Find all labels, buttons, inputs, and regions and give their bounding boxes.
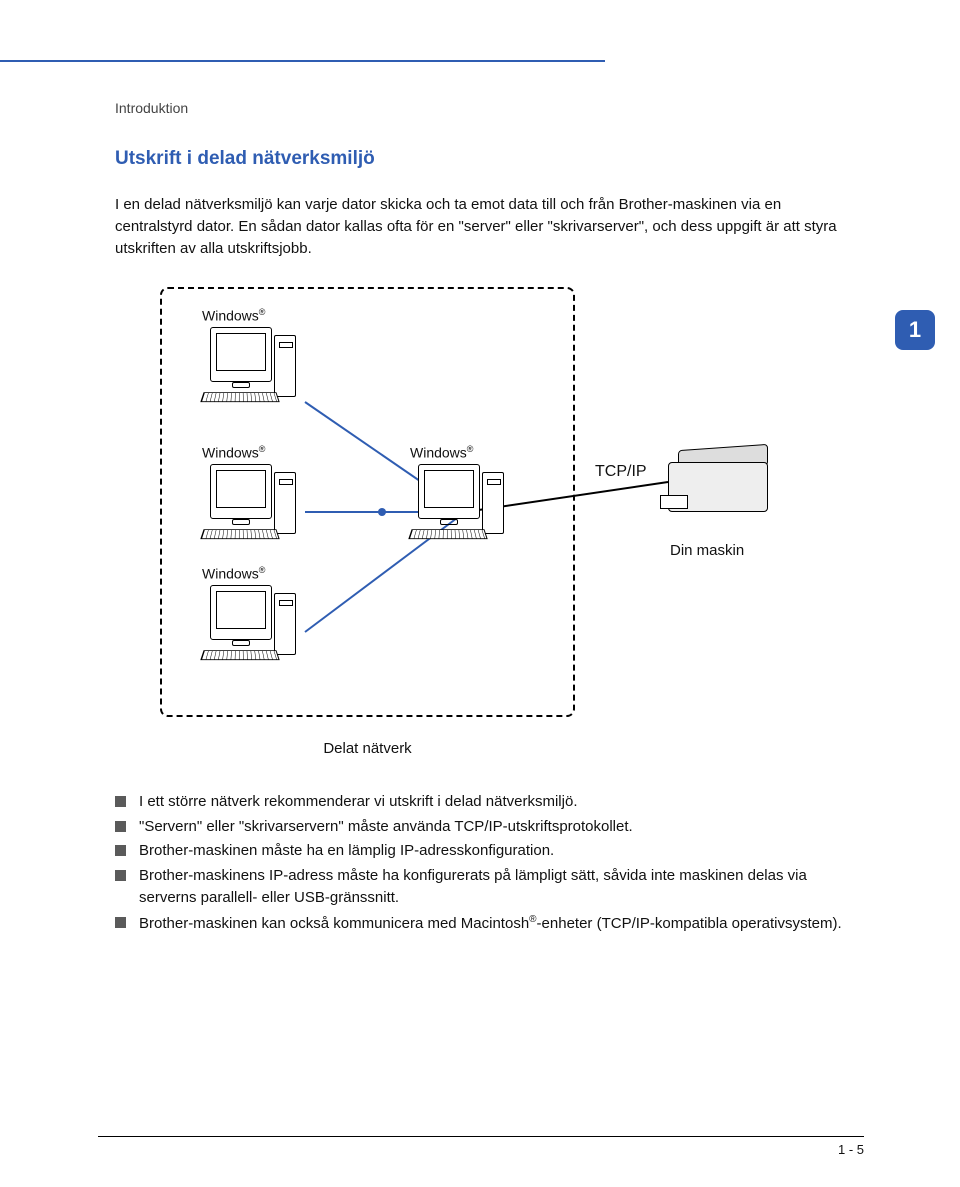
bottom-rule	[98, 1136, 864, 1137]
computer-label-1: Windows®	[202, 307, 265, 324]
registered-icon: ®	[259, 444, 266, 454]
list-item: Brother-maskinen kan också kommunicera m…	[115, 912, 845, 936]
registered-icon: ®	[259, 307, 266, 317]
windows-text: Windows	[202, 445, 259, 461]
windows-text: Windows	[410, 445, 467, 461]
windows-text: Windows	[202, 308, 259, 324]
bullet-text: I ett större nätverk rekommenderar vi ut…	[139, 793, 578, 810]
top-rule	[0, 60, 605, 62]
page-content: Introduktion Utskrift i delad nätverksmi…	[115, 100, 845, 937]
protocol-label: TCP/IP	[595, 463, 647, 481]
computer-icon-1	[202, 327, 302, 407]
registered-icon: ®	[467, 444, 474, 454]
windows-text: Windows	[202, 566, 259, 582]
section-header: Introduktion	[115, 100, 845, 116]
list-item: Brother-maskinen måste ha en lämplig IP-…	[115, 840, 845, 863]
computer-icon-3	[410, 464, 510, 544]
computer-label-4: Windows®	[202, 565, 265, 582]
bullet-text: Brother-maskinens IP-adress måste ha kon…	[139, 867, 807, 907]
computer-icon-4	[202, 585, 302, 665]
network-caption: Delat nätverk	[160, 740, 575, 757]
page-heading: Utskrift i delad nätverksmiljö	[115, 148, 845, 170]
computer-icon-2	[202, 464, 302, 544]
list-item: I ett större nätverk rekommenderar vi ut…	[115, 791, 845, 814]
intro-paragraph: I en delad nätverksmiljö kan varje dator…	[115, 194, 845, 259]
list-item: "Servern" eller "skrivarservern" måste a…	[115, 816, 845, 839]
machine-label: Din maskin	[670, 542, 744, 559]
page-number: 1 - 5	[838, 1142, 864, 1157]
registered-icon: ®	[259, 565, 266, 575]
computer-label-3: Windows®	[410, 444, 473, 461]
chapter-tab: 1	[895, 310, 935, 350]
bullet-list: I ett större nätverk rekommenderar vi ut…	[115, 791, 845, 935]
bullet-text: "Servern" eller "skrivarservern" måste a…	[139, 818, 633, 835]
printer-icon	[668, 447, 778, 517]
computer-label-2: Windows®	[202, 444, 265, 461]
bullet-text: Brother-maskinen måste ha en lämplig IP-…	[139, 842, 554, 859]
bullet-text: Brother-maskinen kan också kommunicera m…	[139, 915, 842, 932]
network-diagram: Windows® Windows® Windows® Windows® TCP/…	[160, 287, 800, 757]
list-item: Brother-maskinens IP-adress måste ha kon…	[115, 865, 845, 910]
